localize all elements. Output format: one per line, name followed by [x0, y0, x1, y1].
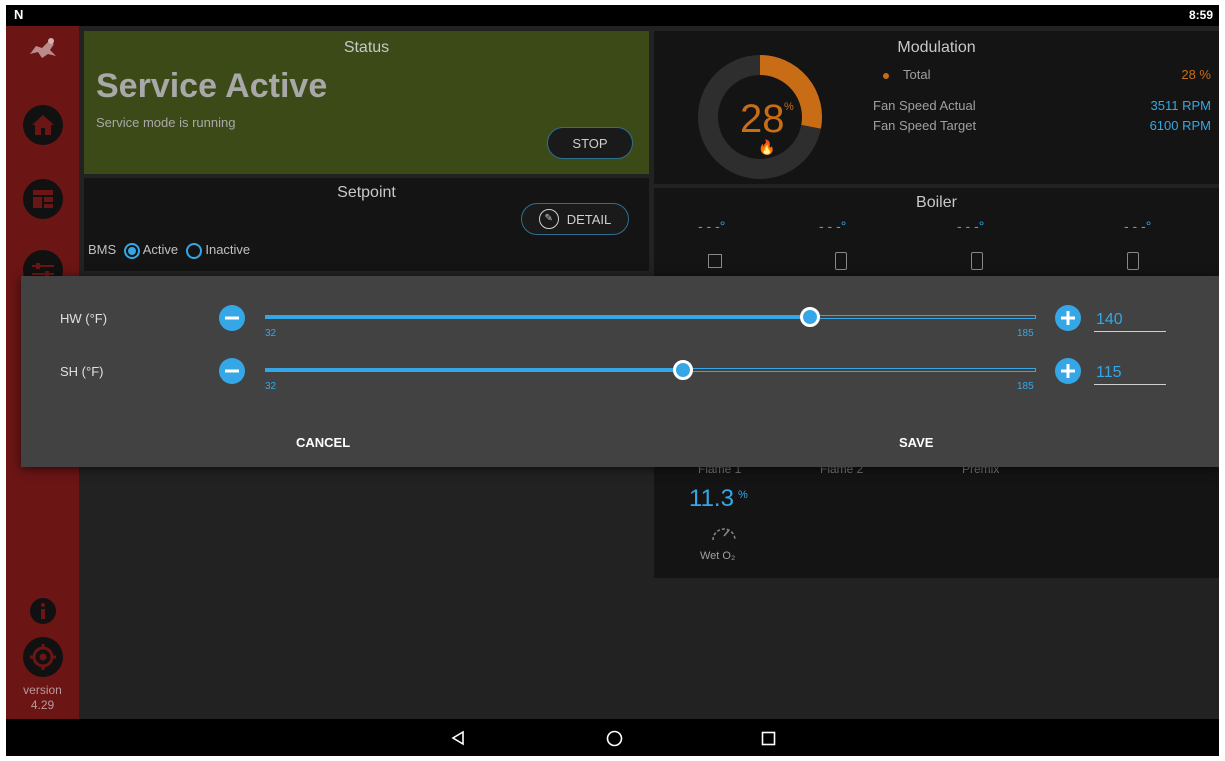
sh-increment-button[interactable]: [1055, 358, 1081, 384]
hw-slider-rest: [810, 315, 1036, 319]
sh-value-input[interactable]: [1094, 361, 1166, 385]
info-icon[interactable]: [30, 598, 56, 624]
status-title: Status: [343, 39, 390, 56]
fan-target-value: 6100 RPM: [1149, 118, 1211, 133]
status-panel: Status Service Active Service mode is ru…: [84, 31, 649, 174]
home-circle-icon[interactable]: [606, 730, 623, 747]
sh-decrement-button[interactable]: [219, 358, 245, 384]
total-dot-icon: [883, 73, 889, 79]
active-radio[interactable]: [123, 242, 140, 259]
status-headline: Service Active: [96, 67, 328, 105]
total-label: Total: [903, 67, 931, 82]
o2-value: 11.3: [689, 485, 734, 512]
exhaust-sensor-icon: [971, 252, 983, 270]
inactive-radio[interactable]: [185, 242, 202, 259]
fan-actual-label: Fan Speed Actual: [873, 98, 976, 113]
home-icon[interactable]: [23, 105, 63, 145]
plus-icon: [1061, 364, 1075, 378]
hw-min-tick: 32: [265, 328, 277, 339]
setpoint-dialog: HW (°F) 32 185 SH (°F) 32 185: [21, 276, 1219, 467]
version-number: 4.29: [30, 698, 55, 712]
modulation-panel: Modulation 28 % 🔥 Total 28 % Fan Speed A…: [654, 31, 1219, 184]
boiler-temp-3: - - -°: [957, 218, 985, 234]
detail-button[interactable]: ✎ DETAIL: [521, 203, 629, 235]
flame-icon: 🔥: [758, 139, 776, 155]
total-value: 28 %: [1181, 67, 1211, 82]
o2-label: Wet O₂: [700, 550, 736, 562]
sh-min-tick: 32: [265, 381, 277, 392]
sh-slider-fill: [265, 368, 683, 372]
navigation-bar: [6, 719, 1219, 756]
active-label: Active: [142, 242, 179, 257]
boiler-temp-1: - - -°: [698, 218, 726, 234]
sh-slider-rest: [683, 368, 1036, 372]
n-logo-icon: N: [14, 7, 24, 22]
logo-icon: [26, 34, 60, 62]
gauge-unit: %: [784, 101, 794, 113]
hw-decrement-button[interactable]: [219, 305, 245, 331]
gear-icon[interactable]: [23, 637, 63, 677]
fan-actual-value: 3511 RPM: [1150, 98, 1211, 113]
clock: 8:59: [1188, 8, 1213, 22]
hw-slider[interactable]: [265, 307, 1036, 327]
o2-unit: %: [738, 489, 748, 501]
stop-button[interactable]: STOP: [547, 127, 633, 159]
hw-label: HW (°F): [60, 311, 108, 326]
plus-icon: [1061, 311, 1075, 325]
recents-icon[interactable]: [761, 731, 776, 746]
status-bar: N 8:59: [6, 5, 1219, 26]
inactive-label: Inactive: [205, 242, 251, 257]
bms-label: BMS: [88, 242, 117, 257]
save-button[interactable]: SAVE: [899, 435, 933, 450]
version-label: version: [23, 683, 62, 697]
detail-label: DETAIL: [566, 211, 612, 227]
hw-increment-button[interactable]: [1055, 305, 1081, 331]
cancel-button[interactable]: CANCEL: [296, 435, 350, 450]
sh-label: SH (°F): [60, 364, 104, 379]
hw-value-input[interactable]: [1094, 308, 1166, 332]
setpoint-title: Setpoint: [337, 184, 396, 201]
sh-slider-thumb[interactable]: [673, 360, 693, 380]
setpoint-panel: Setpoint ✎ DETAIL BMS Active Inactive: [84, 178, 649, 271]
hw-slider-thumb[interactable]: [800, 307, 820, 327]
boiler-title: Boiler: [916, 194, 957, 211]
hw-max-tick: 185: [1017, 328, 1034, 339]
minus-icon: [225, 369, 239, 373]
hw-slider-fill: [265, 315, 810, 319]
boiler-temp-4: - - -°: [1124, 218, 1152, 234]
outlet-sensor-icon: [835, 252, 847, 270]
system-sensor-icon: [1127, 252, 1139, 270]
boiler-temp-2: - - -°: [819, 218, 847, 234]
sh-slider[interactable]: [265, 360, 1036, 380]
minus-icon: [225, 316, 239, 320]
gauge-value: 28: [740, 97, 785, 141]
bms-radio-group: BMS Active Inactive: [88, 242, 250, 259]
dashboard-icon[interactable]: [23, 179, 63, 219]
inlet-pipe-icon: [708, 254, 722, 268]
fan-target-label: Fan Speed Target: [873, 118, 977, 133]
status-subtext: Service mode is running: [96, 115, 236, 130]
back-icon[interactable]: [450, 730, 466, 746]
device-screen: N 8:59 version 4.29 Status Service Activ…: [6, 5, 1219, 756]
timer-icon: ✎: [538, 209, 559, 229]
gauge-icon: [712, 528, 736, 541]
sh-max-tick: 185: [1017, 381, 1034, 392]
